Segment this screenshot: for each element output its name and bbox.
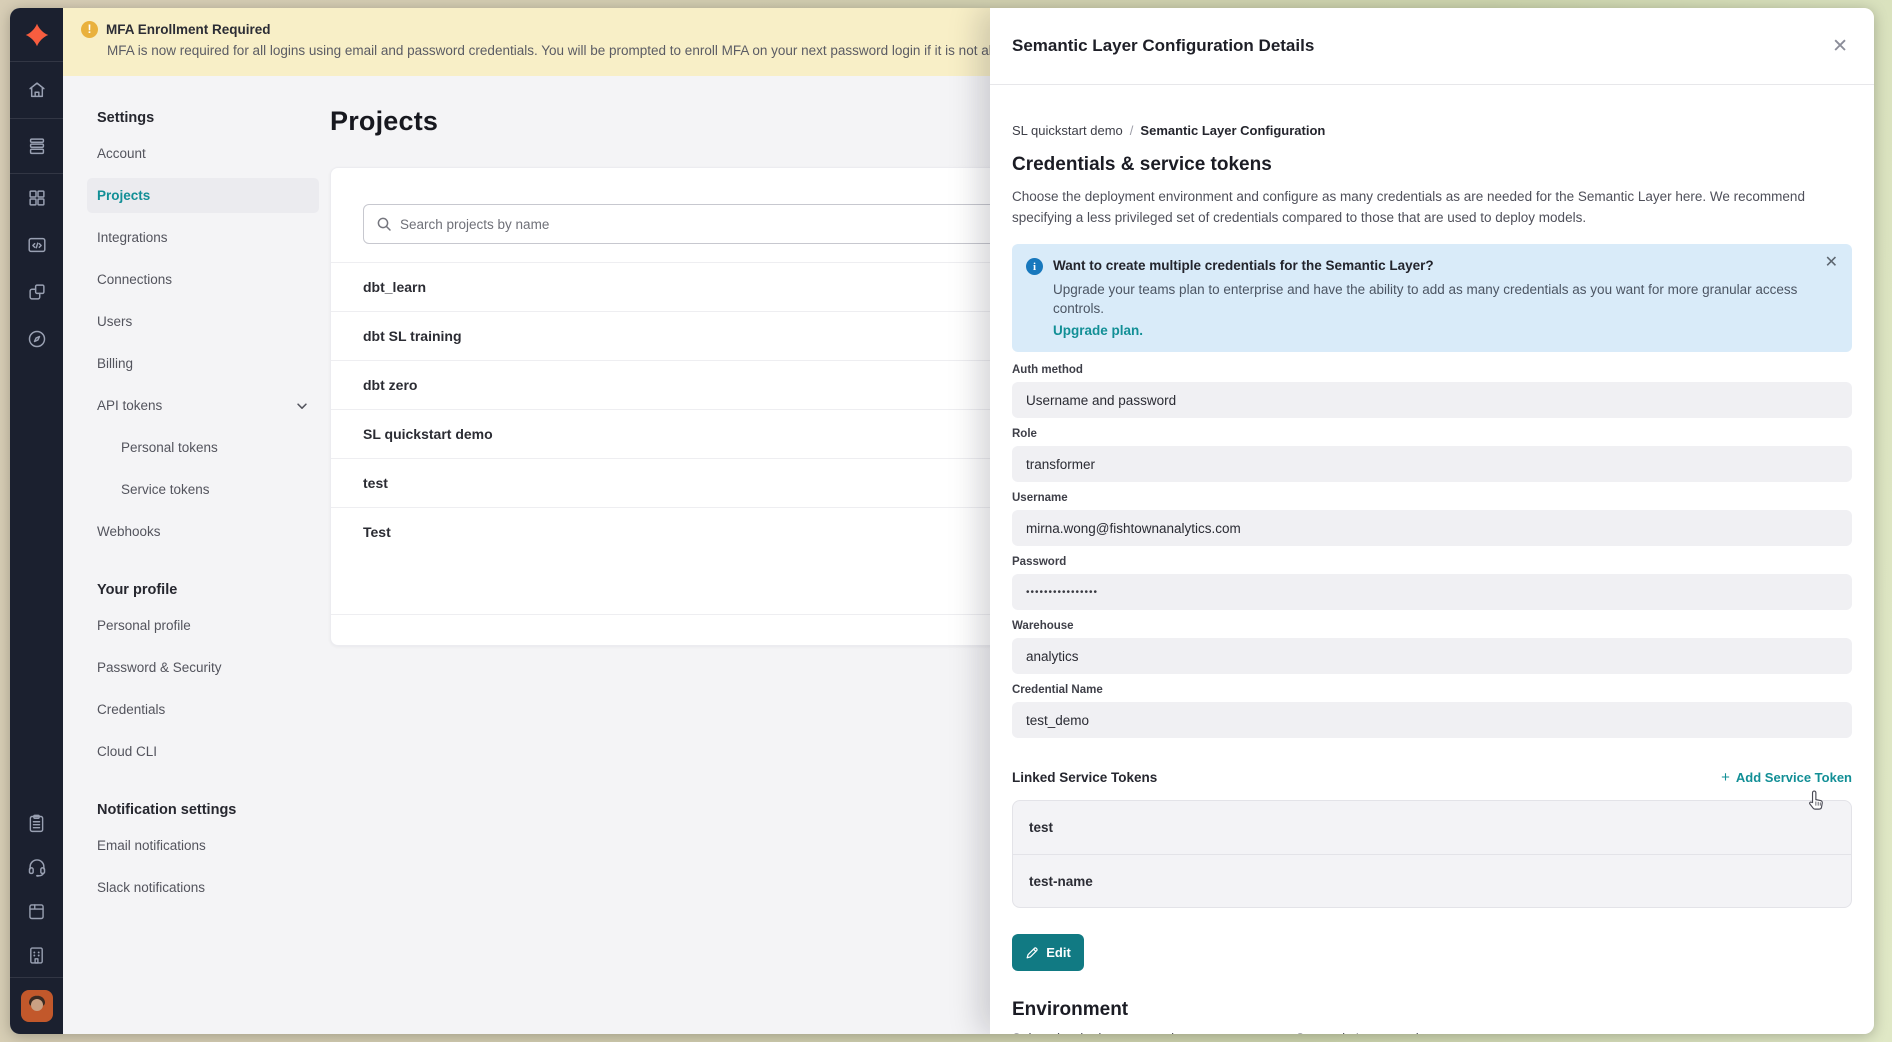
password-value: ••••••••••••••••: [1012, 574, 1852, 610]
credentials-section-description: Choose the deployment environment and co…: [1012, 186, 1852, 228]
banner-title: MFA Enrollment Required: [106, 22, 271, 37]
edit-button[interactable]: Edit: [1012, 934, 1084, 971]
field-auth-method: Auth method Username and password: [1012, 364, 1852, 418]
warning-icon: !: [81, 21, 98, 38]
token-row[interactable]: test: [1013, 801, 1851, 854]
notes-clipboard-icon[interactable]: [10, 801, 63, 845]
nav-section-notification-settings: Notification settings: [87, 802, 330, 828]
field-credential-name: Credential Name test_demo: [1012, 684, 1852, 738]
nav-item-email-notifications[interactable]: Email notifications: [87, 828, 319, 863]
username-value: mirna.wong@fishtownanalytics.com: [1012, 510, 1852, 546]
nav-item-slack-notifications[interactable]: Slack notifications: [87, 870, 319, 905]
nav-section-your-profile: Your profile: [87, 582, 330, 608]
pencil-icon: [1025, 946, 1039, 960]
dashboards-icon[interactable]: [10, 174, 63, 221]
panel-header: Semantic Layer Configuration Details ✕: [990, 8, 1874, 85]
breadcrumb-separator: /: [1130, 123, 1134, 138]
panel-title: Semantic Layer Configuration Details: [1012, 36, 1832, 56]
projects-branch-icon[interactable]: [10, 268, 63, 315]
info-title: Want to create multiple credentials for …: [1053, 256, 1838, 275]
role-value: transformer: [1012, 446, 1852, 482]
credentials-section-title: Credentials & service tokens: [1012, 154, 1852, 176]
app-window: ! MFA Enrollment Required MFA is now req…: [10, 8, 1874, 1034]
field-username: Username mirna.wong@fishtownanalytics.co…: [1012, 492, 1852, 546]
nav-item-api-tokens[interactable]: API tokens: [87, 388, 319, 423]
nav-item-cloud-cli[interactable]: Cloud CLI: [87, 734, 319, 769]
credential-fields: Auth method Username and password Role t…: [1012, 364, 1852, 738]
nav-item-webhooks[interactable]: Webhooks: [87, 514, 319, 549]
upgrade-plan-link[interactable]: Upgrade plan.: [1053, 321, 1838, 340]
nav-item-account[interactable]: Account: [87, 136, 319, 171]
environment-section-description: Select the deployment environment to run…: [1012, 1029, 1852, 1034]
token-row[interactable]: test-name: [1013, 854, 1851, 907]
support-headset-icon[interactable]: [10, 845, 63, 889]
panel-body: SL quickstart demo / Semantic Layer Conf…: [990, 85, 1874, 1034]
breadcrumb: SL quickstart demo / Semantic Layer Conf…: [1012, 123, 1852, 138]
environment-section-title: Environment: [1012, 999, 1852, 1021]
info-body: Upgrade your teams plan to enterprise an…: [1053, 280, 1838, 318]
nav-item-personal-tokens[interactable]: Personal tokens: [111, 430, 319, 465]
icon-rail: [10, 8, 63, 1034]
deploy-icon[interactable]: [10, 119, 63, 173]
linked-tokens-header: Linked Service Tokens + Add Service Toke…: [1012, 768, 1852, 786]
nav-item-integrations[interactable]: Integrations: [87, 220, 319, 255]
nav-item-billing[interactable]: Billing: [87, 346, 319, 381]
settings-nav: Settings Account Projects Integrations C…: [63, 76, 330, 1034]
credential-name-value: test_demo: [1012, 702, 1852, 738]
nav-item-personal-profile[interactable]: Personal profile: [87, 608, 319, 643]
dbt-logo-icon[interactable]: [10, 8, 63, 61]
explore-compass-icon[interactable]: [10, 315, 63, 362]
field-warehouse: Warehouse analytics: [1012, 620, 1852, 674]
info-icon: i: [1026, 258, 1043, 275]
nav-item-connections[interactable]: Connections: [87, 262, 319, 297]
linked-tokens-list: test test-name: [1012, 800, 1852, 908]
linked-tokens-title: Linked Service Tokens: [1012, 770, 1157, 785]
semantic-layer-panel: Semantic Layer Configuration Details ✕ S…: [990, 8, 1874, 1034]
close-icon[interactable]: ✕: [1832, 37, 1848, 56]
organization-icon[interactable]: [10, 933, 63, 977]
breadcrumb-parent[interactable]: SL quickstart demo: [1012, 123, 1123, 138]
chevron-down-icon: [295, 399, 309, 413]
info-close-icon[interactable]: ✕: [1825, 255, 1838, 271]
docs-icon[interactable]: [10, 889, 63, 933]
auth-method-value: Username and password: [1012, 382, 1852, 418]
plus-icon: +: [1721, 769, 1730, 786]
field-role: Role transformer: [1012, 428, 1852, 482]
breadcrumb-current: Semantic Layer Configuration: [1140, 123, 1325, 138]
add-service-token-button[interactable]: + Add Service Token: [1721, 769, 1852, 786]
upgrade-info-box: i Want to create multiple credentials fo…: [1012, 244, 1852, 352]
home-icon[interactable]: [10, 62, 63, 118]
nav-item-projects[interactable]: Projects: [87, 178, 319, 213]
search-icon: [376, 216, 392, 232]
develop-ide-icon[interactable]: [10, 221, 63, 268]
user-avatar[interactable]: [10, 978, 63, 1034]
warehouse-value: analytics: [1012, 638, 1852, 674]
field-password: Password ••••••••••••••••: [1012, 556, 1852, 610]
nav-item-service-tokens[interactable]: Service tokens: [111, 472, 319, 507]
nav-item-password-security[interactable]: Password & Security: [87, 650, 319, 685]
nav-item-users[interactable]: Users: [87, 304, 319, 339]
nav-item-credentials[interactable]: Credentials: [87, 692, 319, 727]
nav-section-settings: Settings: [87, 110, 330, 136]
